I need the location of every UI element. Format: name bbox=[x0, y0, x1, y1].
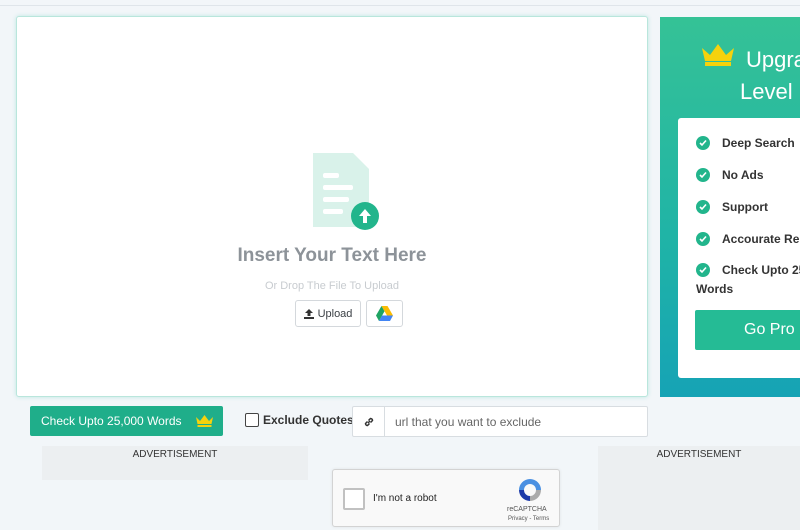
feature-label: Support bbox=[722, 200, 768, 214]
feature-item: Check Upto 25 bbox=[696, 263, 800, 277]
exclude-url-field bbox=[352, 406, 648, 437]
exclude-quotes-label: Exclude Quotes bbox=[263, 413, 354, 427]
feature-item: Support bbox=[696, 200, 768, 214]
crown-icon bbox=[195, 415, 213, 427]
upload-icon bbox=[303, 308, 314, 319]
drop-file-hint: Or Drop The File To Upload bbox=[264, 280, 400, 292]
promo-title: Upgra bbox=[746, 47, 800, 72]
feature-label-wrap: Words bbox=[696, 282, 734, 296]
check-words-label: Check Upto 25,000 Words bbox=[41, 414, 182, 428]
exclude-url-input[interactable] bbox=[385, 407, 647, 436]
recaptcha-brand: reCAPTCHA bbox=[507, 506, 547, 513]
feature-label: No Ads bbox=[722, 168, 764, 182]
upload-label: Upload bbox=[317, 307, 353, 320]
feature-label: Deep Search bbox=[722, 136, 795, 150]
top-divider bbox=[0, 5, 800, 6]
feature-label: Check Upto 25 bbox=[722, 263, 800, 277]
feature-item: Deep Search bbox=[696, 136, 795, 150]
check-circle-icon bbox=[696, 200, 710, 214]
feature-item: No Ads bbox=[696, 168, 764, 182]
google-drive-icon bbox=[376, 306, 393, 321]
advertisement-left: ADVERTISEMENT bbox=[42, 446, 308, 480]
exclude-quotes-checkbox[interactable] bbox=[245, 413, 259, 427]
check-circle-icon bbox=[696, 136, 710, 150]
crown-icon bbox=[702, 44, 734, 66]
upload-button[interactable]: Upload bbox=[295, 300, 361, 327]
recaptcha-label: I'm not a robot bbox=[373, 493, 437, 504]
feature-item: Accourate Rep bbox=[696, 232, 800, 246]
check-words-button[interactable]: Check Upto 25,000 Words bbox=[30, 406, 223, 436]
feature-label: Accourate Rep bbox=[722, 232, 800, 246]
check-circle-icon bbox=[696, 263, 710, 277]
link-icon bbox=[364, 417, 373, 426]
link-button[interactable] bbox=[353, 407, 385, 436]
check-circle-icon bbox=[696, 232, 710, 246]
google-drive-button[interactable] bbox=[366, 300, 403, 327]
insert-text-title: Insert Your Text Here bbox=[237, 245, 427, 266]
file-upload-icon bbox=[313, 153, 379, 230]
text-editor-area[interactable]: Insert Your Text Here Or Drop The File T… bbox=[16, 16, 648, 397]
promo-title-line2: Level bbox=[740, 79, 793, 104]
recaptcha-widget: I'm not a robot reCAPTCHA Privacy - Term… bbox=[332, 469, 560, 527]
promo-feature-card: Deep Search No Ads Support Accourate Rep… bbox=[678, 118, 800, 378]
recaptcha-logo-icon bbox=[519, 479, 541, 501]
check-circle-icon bbox=[696, 168, 710, 182]
recaptcha-privacy-links[interactable]: Privacy - Terms bbox=[508, 516, 549, 522]
upgrade-promo-panel: Upgra Level Deep Search No Ads Support A… bbox=[660, 17, 800, 397]
go-pro-button[interactable]: Go Pro bbox=[695, 310, 800, 350]
advertisement-right: ADVERTISEMENT bbox=[598, 446, 800, 530]
exclude-quotes-option[interactable]: Exclude Quotes bbox=[245, 413, 354, 427]
recaptcha-checkbox[interactable] bbox=[343, 488, 365, 510]
